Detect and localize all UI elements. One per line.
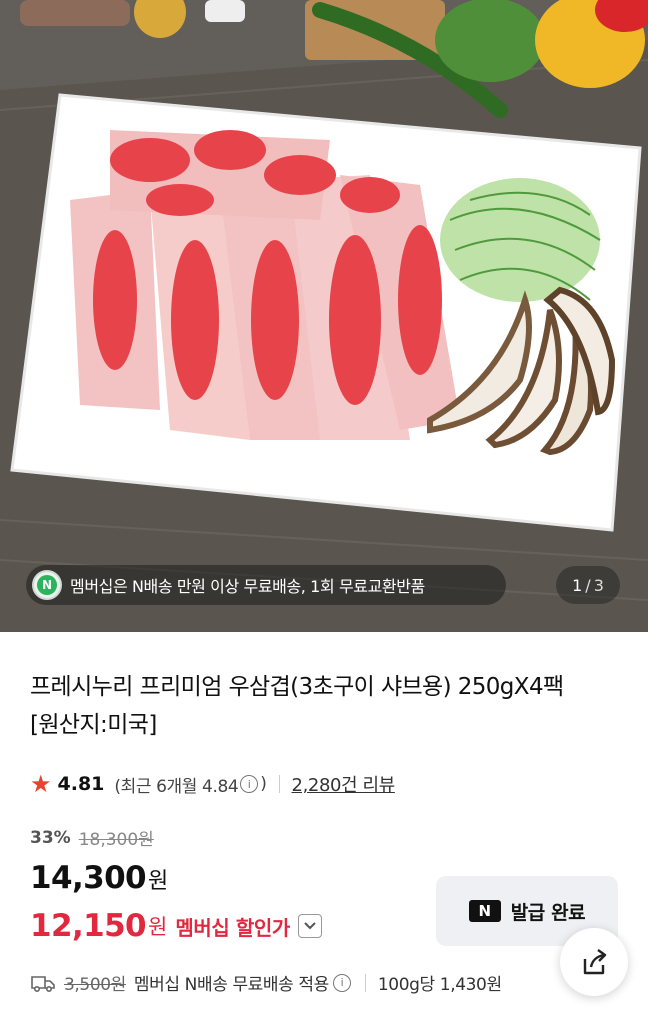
divider <box>278 775 280 793</box>
share-button[interactable] <box>560 928 628 996</box>
image-counter-current: 1 <box>572 575 583 595</box>
recent-rating-close: ) <box>260 774 267 794</box>
member-price-amount: 12,150 <box>30 908 147 944</box>
image-counter: 1 / 3 <box>556 566 620 604</box>
recent-rating-label: (최근 6개월 4.84 <box>114 776 239 797</box>
membership-promo-text: 멤버십은 N배송 만원 이상 무료배송, 1회 무료교환반품 <box>70 577 425 596</box>
member-price: 12,150 원 멤버십 할인가 <box>30 908 322 944</box>
membership-promo-chip[interactable]: N 멤버십은 N배송 만원 이상 무료배송, 1회 무료교환반품 <box>26 565 506 605</box>
original-price: 18,300원 <box>78 830 154 850</box>
share-icon <box>583 949 607 975</box>
rating-score: 4.81 <box>57 773 105 795</box>
shipping-text: 멤버십 N배송 무료배송 적용 <box>133 975 329 995</box>
naver-n-icon: N <box>468 900 501 922</box>
image-counter-total: 3 <box>593 575 604 595</box>
shipping-info-icon[interactable]: i <box>332 973 351 992</box>
n-membership-icon: N <box>32 570 62 600</box>
product-image-carousel[interactable]: N 멤버십은 N배송 만원 이상 무료배송, 1회 무료교환반품 1 / 3 <box>0 0 648 632</box>
image-counter-separator: / <box>585 575 591 595</box>
member-price-label: 멤버십 할인가 <box>175 915 290 940</box>
rating-row: ★ 4.81 (최근 6개월 4.84 i ) 2,280건 리뷰 <box>30 770 395 798</box>
review-count-link[interactable]: 2,280건 리뷰 <box>292 771 396 797</box>
chevron-down-icon[interactable] <box>297 914 322 938</box>
product-title: 프레시누리 프리미엄 우삼겹(3초구이 샤브용) 250gX4팩 [원산지:미국… <box>30 674 564 738</box>
divider <box>364 973 366 992</box>
sale-price-unit: 원 <box>148 869 169 894</box>
discount-row: 33% 18,300원 <box>30 825 154 851</box>
info-icon[interactable]: i <box>240 775 259 793</box>
star-icon: ★ <box>30 770 52 798</box>
n-membership-letter: N <box>37 575 57 595</box>
sale-price-amount: 14,300 <box>30 860 147 896</box>
unit-price: 100g당 1,430원 <box>377 975 502 995</box>
truck-icon <box>31 975 55 992</box>
coupon-issued-label: 발급 완료 <box>510 901 586 924</box>
shipping-row: 3,500원 멤버십 N배송 무료배송 적용 i 100g당 1,430원 <box>30 970 502 995</box>
original-shipping-fee: 3,500원 <box>64 975 126 995</box>
member-price-unit: 원 <box>148 915 168 939</box>
sale-price: 14,300 원 <box>30 860 168 896</box>
product-photo <box>0 0 648 632</box>
discount-rate: 33% <box>30 827 71 848</box>
